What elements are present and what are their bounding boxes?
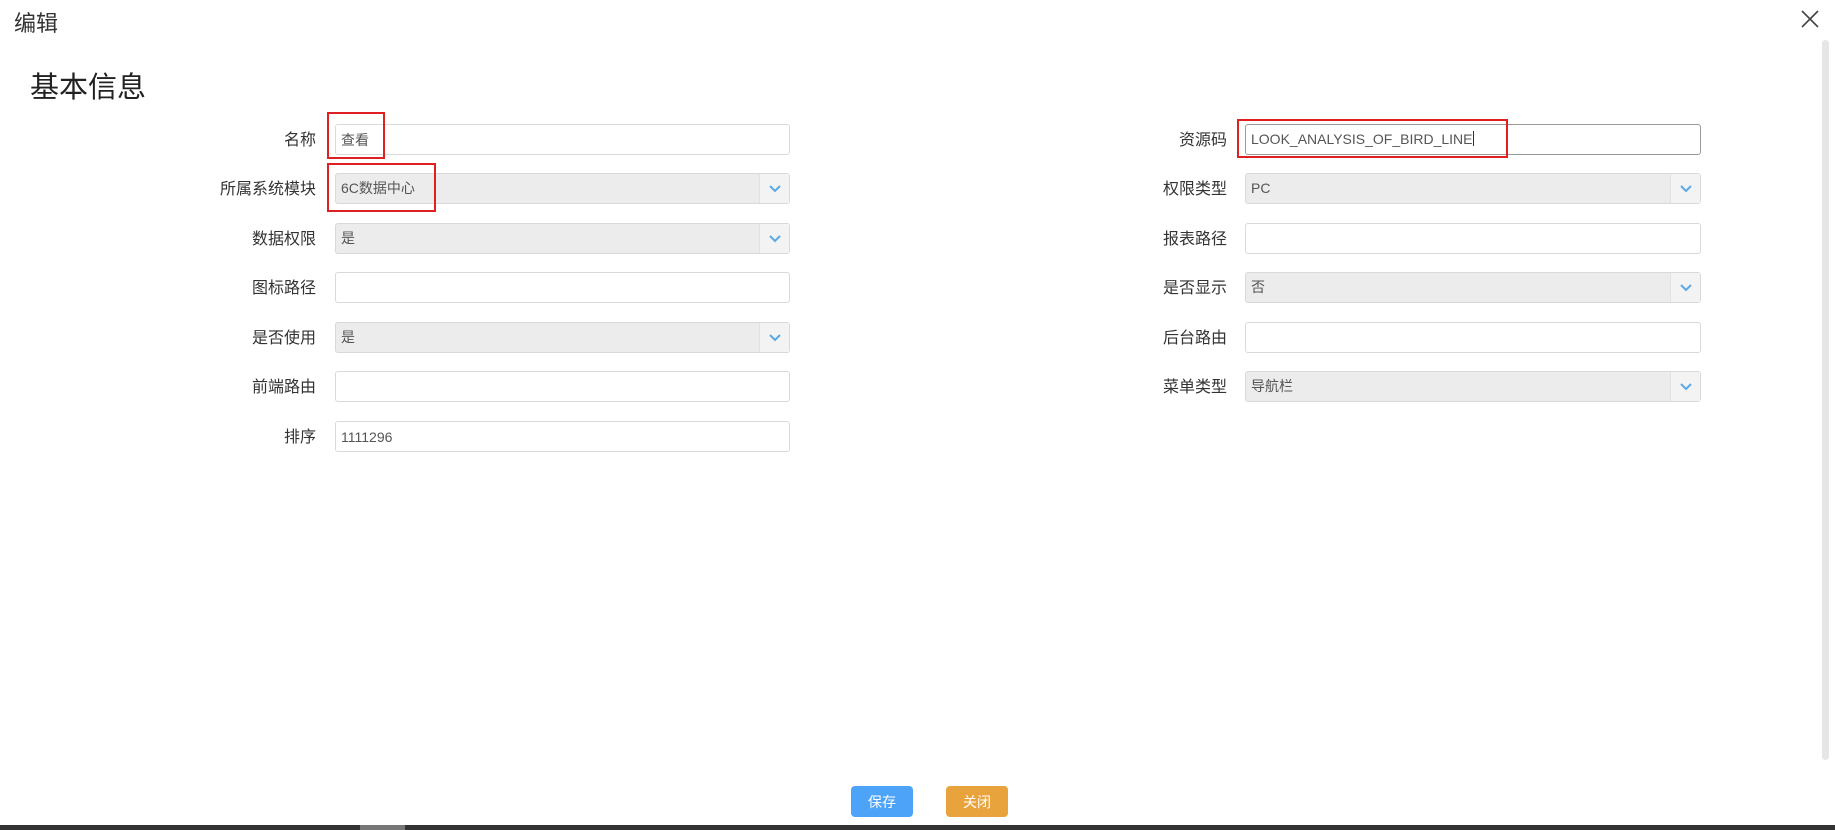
vertical-scrollbar[interactable] bbox=[1822, 40, 1829, 760]
in-use-select[interactable]: 是 bbox=[335, 322, 790, 353]
backend-route-input[interactable] bbox=[1245, 322, 1701, 353]
field-label: 后台路由 bbox=[1162, 330, 1227, 347]
form-row-menu-type: 菜单类型 导航栏 bbox=[1000, 371, 1710, 404]
form-row-visible: 是否显示 否 bbox=[1000, 272, 1710, 305]
chevron-down-icon[interactable] bbox=[1670, 372, 1700, 401]
form-row-sort: 排序 bbox=[0, 421, 800, 454]
form-row-report-path: 报表路径 bbox=[1000, 223, 1710, 256]
visible-select[interactable]: 否 bbox=[1245, 272, 1701, 303]
chevron-down-icon[interactable] bbox=[1670, 174, 1700, 203]
select-value: 是 bbox=[341, 230, 355, 246]
dialog-title-bar: 编辑 bbox=[0, 0, 1835, 40]
permission-type-select[interactable]: PC bbox=[1245, 173, 1701, 204]
close-icon[interactable] bbox=[1797, 6, 1823, 32]
bottom-bar-segment bbox=[360, 825, 405, 830]
frontend-route-input[interactable] bbox=[335, 371, 790, 402]
dialog-title: 编辑 bbox=[14, 11, 59, 36]
highlight-box bbox=[327, 112, 385, 159]
field-label: 资源码 bbox=[1178, 132, 1227, 149]
menu-type-select[interactable]: 导航栏 bbox=[1245, 371, 1701, 402]
field-label: 前端路由 bbox=[251, 379, 316, 396]
field-label: 是否显示 bbox=[1162, 280, 1227, 297]
field-label: 所属系统模块 bbox=[219, 181, 316, 198]
highlight-box bbox=[1237, 119, 1508, 158]
field-label: 数据权限 bbox=[251, 231, 316, 248]
close-button[interactable]: 关闭 bbox=[946, 786, 1008, 817]
chevron-down-icon[interactable] bbox=[759, 224, 789, 253]
field-label: 图标路径 bbox=[251, 280, 316, 297]
highlight-box bbox=[327, 163, 436, 212]
form-row-in-use: 是否使用 是 bbox=[0, 322, 800, 355]
field-label: 排序 bbox=[283, 429, 316, 446]
report-path-input[interactable] bbox=[1245, 223, 1701, 254]
section-title: 基本信息 bbox=[30, 72, 147, 104]
bottom-bar bbox=[0, 825, 1835, 830]
save-button[interactable]: 保存 bbox=[851, 786, 913, 817]
chevron-down-icon[interactable] bbox=[759, 174, 789, 203]
field-label: 权限类型 bbox=[1162, 181, 1227, 198]
form-row-permission-type: 权限类型 PC bbox=[1000, 173, 1710, 206]
form-row-backend-route: 后台路由 bbox=[1000, 322, 1710, 355]
form-row-data-permission: 数据权限 是 bbox=[0, 223, 800, 256]
chevron-down-icon[interactable] bbox=[1670, 273, 1700, 302]
form-row-frontend-route: 前端路由 bbox=[0, 371, 800, 404]
field-label: 报表路径 bbox=[1162, 231, 1227, 248]
select-value: 导航栏 bbox=[1251, 378, 1293, 394]
sort-input[interactable] bbox=[335, 421, 790, 452]
field-label: 名称 bbox=[283, 132, 316, 149]
field-label: 是否使用 bbox=[251, 330, 316, 347]
select-value: 否 bbox=[1251, 279, 1265, 295]
form-row-icon-path: 图标路径 bbox=[0, 272, 800, 305]
name-input[interactable] bbox=[335, 124, 790, 155]
field-label: 菜单类型 bbox=[1162, 379, 1227, 396]
icon-path-input[interactable] bbox=[335, 272, 790, 303]
select-value: 是 bbox=[341, 329, 355, 345]
form-row-name: 名称 bbox=[0, 124, 800, 157]
chevron-down-icon[interactable] bbox=[759, 323, 789, 352]
select-value: PC bbox=[1251, 180, 1271, 196]
data-permission-select[interactable]: 是 bbox=[335, 223, 790, 254]
